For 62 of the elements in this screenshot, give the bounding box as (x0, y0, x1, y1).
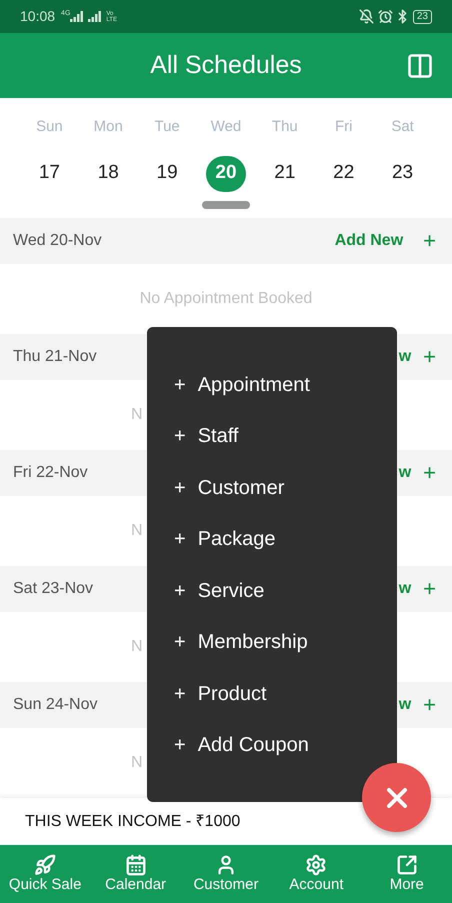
empty-message: N (131, 753, 143, 773)
weekday-label: Sat (390, 117, 415, 137)
drag-handle[interactable] (202, 200, 250, 208)
add-new-link[interactable]: Add New (334, 229, 404, 253)
empty-message: N (131, 405, 143, 425)
date-button[interactable]: 19 (147, 156, 188, 192)
income-text: THIS WEEK INCOME - ₹1000 (25, 812, 240, 832)
add-plus[interactable]: + (423, 578, 436, 600)
weekday-label: Tue (153, 117, 181, 137)
day-label: Wed 20-Nov (13, 231, 102, 251)
signal-icon (70, 11, 84, 22)
add-plus[interactable]: + (423, 346, 436, 368)
day-label: Thu 21-Nov (13, 347, 97, 367)
add-new-link[interactable]: w (398, 461, 412, 485)
day-label: Fri 22-Nov (13, 463, 88, 483)
settings-icon (305, 854, 328, 876)
date-button[interactable]: 17 (29, 156, 70, 192)
add-new-link[interactable]: w (398, 577, 412, 601)
page-title: All Schedules (150, 50, 302, 81)
menu-item[interactable]: + Appointment (147, 359, 397, 410)
date-button[interactable]: 20 (206, 156, 246, 192)
date-button[interactable]: 18 (88, 156, 128, 192)
rocket-icon (34, 854, 56, 876)
menu-item[interactable]: + Customer (147, 462, 397, 514)
add-plus[interactable]: + (423, 230, 436, 252)
split-view-icon (406, 52, 434, 80)
day-label: Sun 24-Nov (13, 695, 98, 715)
signal-icon (88, 11, 102, 22)
nav-tab[interactable]: Quick Sale (0, 845, 90, 903)
weekday-label: Sun (35, 117, 64, 137)
add-plus[interactable]: + (423, 462, 436, 484)
alarm-icon (378, 9, 393, 24)
weekday-label: Wed (210, 117, 242, 137)
menu-item[interactable]: + Package (147, 514, 397, 565)
menu-item[interactable]: + Membership (147, 616, 397, 668)
weekday-label: Fri (334, 117, 354, 137)
nav-tab[interactable]: Account (271, 845, 362, 903)
nav-tab[interactable]: Calendar (90, 845, 181, 903)
calendar-icon (124, 854, 147, 876)
empty-message: N (131, 637, 143, 657)
menu-item[interactable]: + Staff (147, 410, 397, 462)
nav-tab[interactable]: Customer (180, 845, 272, 903)
mute-icon (358, 9, 374, 24)
add-new-link[interactable]: w (398, 693, 412, 717)
empty-message: N (131, 521, 143, 541)
day-label: Sat 23-Nov (13, 579, 94, 599)
date-button[interactable]: 23 (382, 156, 423, 192)
date-button[interactable]: 22 (324, 156, 364, 192)
battery-icon: 23 (412, 10, 432, 24)
external-link-icon (396, 854, 418, 876)
split-view-button[interactable] (406, 52, 434, 80)
menu-item[interactable]: + Service (147, 565, 397, 616)
weekday-label: Thu (270, 117, 299, 137)
empty-message: No Appointment Booked (140, 289, 312, 309)
add-new-link[interactable]: w (398, 345, 412, 369)
weekday-label: Mon (92, 117, 124, 137)
menu-item[interactable]: + Product (147, 668, 397, 720)
menu-item[interactable]: + Add Coupon (147, 720, 397, 771)
nav-tab[interactable]: More (362, 845, 452, 903)
status-time: 10:08 (20, 7, 56, 26)
date-button[interactable]: 21 (264, 156, 305, 192)
add-plus[interactable]: + (423, 694, 436, 716)
